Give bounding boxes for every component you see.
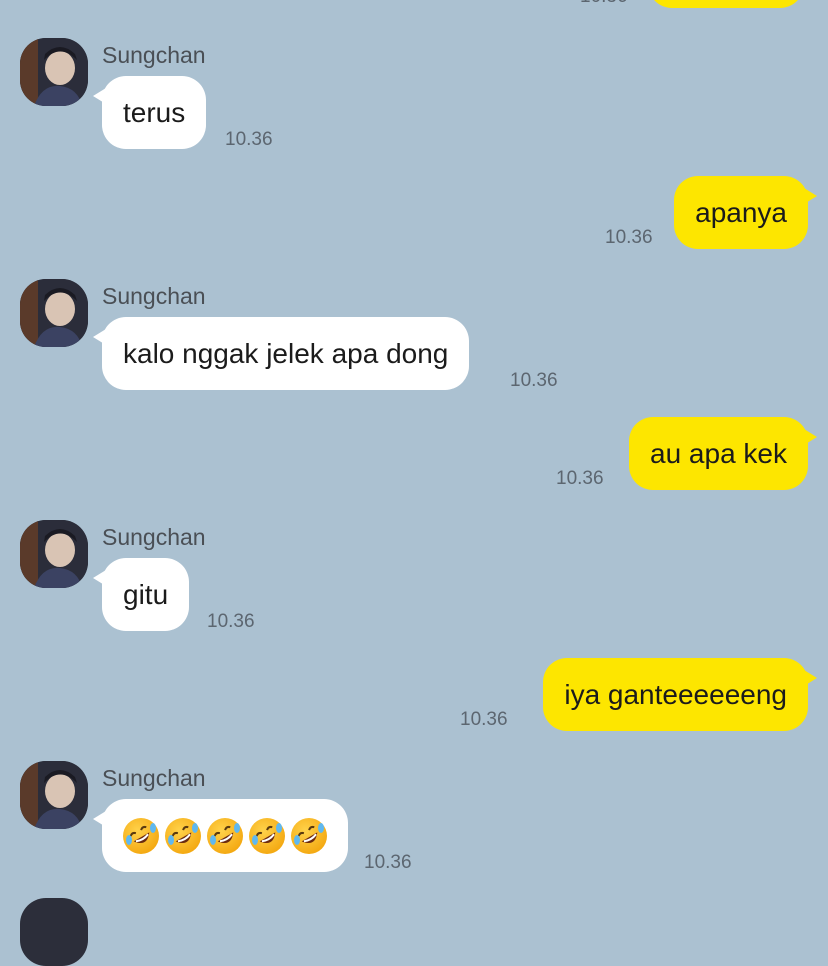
message-timestamp: 10.36 xyxy=(556,468,604,489)
message-timestamp: 10.36 xyxy=(364,852,412,873)
avatar-photo xyxy=(20,38,88,106)
incoming-message-bubble[interactable]: terus xyxy=(92,76,207,149)
message-timestamp: 10.36 xyxy=(207,611,255,632)
partial-outgoing-bubble[interactable] xyxy=(648,0,804,8)
avatar[interactable] xyxy=(20,279,88,347)
sender-name: Sungchan xyxy=(102,42,206,68)
avatar[interactable] xyxy=(20,520,88,588)
avatar[interactable] xyxy=(20,761,88,829)
outgoing-message-bubble[interactable]: iya ganteeeeeeng xyxy=(543,658,817,731)
message-timestamp: 10.36 xyxy=(605,227,653,248)
avatar-photo xyxy=(20,279,88,347)
incoming-message-bubble[interactable]: kalo nggak jelek apa dong xyxy=(92,317,470,390)
message-timestamp: 10.36 xyxy=(510,370,558,391)
outgoing-message-bubble[interactable]: au apa kek xyxy=(629,417,817,490)
rolling-laughing-emoji-icon xyxy=(291,817,327,854)
message-timestamp: 10.36 xyxy=(460,709,508,730)
avatar[interactable] xyxy=(20,38,88,106)
partial-timestamp: 10.36 xyxy=(580,0,628,8)
avatar[interactable] xyxy=(20,898,88,966)
incoming-message-bubble[interactable] xyxy=(93,799,348,872)
avatar-photo xyxy=(20,761,88,829)
sender-name: Sungchan xyxy=(102,524,206,550)
rolling-laughing-emoji-icon xyxy=(165,817,201,854)
rolling-laughing-emoji-icon xyxy=(123,817,159,854)
message-timestamp: 10.36 xyxy=(225,129,273,150)
avatar-photo xyxy=(20,520,88,588)
sender-name: Sungchan xyxy=(102,765,206,791)
emoji-row xyxy=(123,799,327,872)
outgoing-message-bubble[interactable]: apanya xyxy=(674,176,817,249)
sender-name: Sungchan xyxy=(102,283,206,309)
rolling-laughing-emoji-icon xyxy=(249,817,285,854)
rolling-laughing-emoji-icon xyxy=(207,817,243,854)
incoming-message-bubble[interactable]: gitu xyxy=(92,558,190,631)
